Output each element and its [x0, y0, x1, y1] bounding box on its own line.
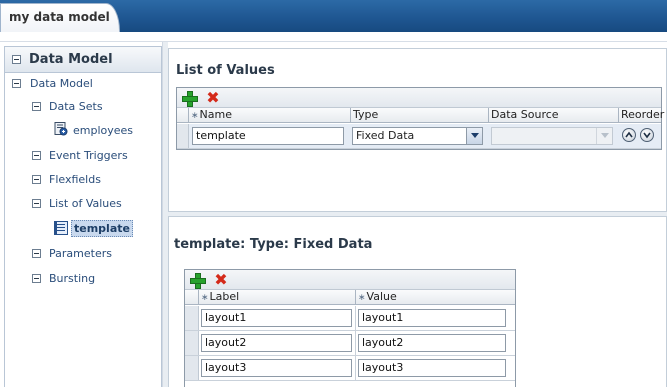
column-header-type[interactable]: Type: [351, 108, 489, 123]
lov-toolbar: ✖: [177, 88, 661, 108]
collapse-icon[interactable]: [12, 79, 21, 88]
row-selector[interactable]: [177, 124, 189, 148]
column-header-name[interactable]: ∗Name: [189, 108, 351, 123]
tree-item-label: Event Triggers: [49, 149, 128, 162]
name-input[interactable]: template: [192, 127, 344, 145]
column-header-label[interactable]: ∗Label: [199, 290, 356, 305]
table-row[interactable]: layout3 layout3: [185, 356, 515, 381]
collapse-icon[interactable]: [32, 102, 41, 111]
delete-icon[interactable]: ✖: [205, 90, 221, 106]
lov-icon: [54, 221, 68, 235]
add-icon[interactable]: [181, 90, 198, 107]
delete-icon[interactable]: ✖: [213, 272, 229, 288]
data-source-select: [491, 127, 613, 145]
value-input[interactable]: layout1: [358, 309, 506, 327]
label-input[interactable]: layout1: [201, 309, 352, 327]
column-header-data-source[interactable]: Data Source: [489, 108, 619, 123]
value-input[interactable]: layout3: [358, 359, 506, 377]
column-header-value[interactable]: ∗Value: [356, 290, 515, 305]
table-row[interactable]: layout2 layout2: [185, 331, 515, 356]
fixed-data-header-row: ∗Label ∗Value: [185, 290, 515, 305]
move-down-icon[interactable]: [640, 128, 654, 142]
tree-item-label: Flexfields: [49, 173, 101, 186]
add-icon[interactable]: [189, 272, 206, 289]
data-model-tree-panel: Data Model Data Model Data Sets employee…: [4, 46, 162, 387]
row-selector[interactable]: [185, 331, 199, 355]
type-select[interactable]: Fixed Data: [352, 127, 483, 145]
row-selector[interactable]: [185, 356, 199, 380]
header-bar: my data model: [0, 0, 667, 32]
table-row[interactable]: template Fixed Data: [177, 124, 661, 149]
tree-item-label: Parameters: [49, 247, 112, 260]
header-spacer: [0, 32, 667, 42]
value-input[interactable]: layout2: [358, 334, 506, 352]
dataset-icon: [54, 122, 68, 136]
column-header-reorder[interactable]: Reorder: [619, 108, 664, 123]
lov-table: ✖ ∗Name Type Data Source Reorder templat…: [176, 87, 664, 150]
tree-item-template[interactable]: template: [54, 219, 164, 239]
tree-item-label: template: [71, 220, 133, 237]
collapse-icon[interactable]: [12, 55, 21, 64]
tree-item-employees[interactable]: employees: [54, 121, 154, 141]
dropdown-icon[interactable]: [466, 128, 482, 144]
row-selector[interactable]: [185, 306, 199, 330]
collapse-icon[interactable]: [32, 274, 41, 283]
lov-header-row: ∗Name Type Data Source Reorder: [177, 108, 664, 123]
tree-item-label: Bursting: [49, 272, 96, 285]
tab-my-data-model[interactable]: my data model: [0, 3, 120, 32]
tree-item-label: employees: [73, 124, 134, 137]
table-row[interactable]: layout1 layout1: [185, 306, 515, 331]
label-input[interactable]: layout2: [201, 334, 352, 352]
tree-item-label: Data Model: [30, 77, 93, 90]
tree-item-label: Data Sets: [49, 100, 103, 113]
label-input[interactable]: layout3: [201, 359, 352, 377]
dropdown-icon: [596, 128, 612, 144]
move-up-icon[interactable]: [622, 128, 636, 142]
tab-label: my data model: [9, 10, 110, 24]
collapse-icon[interactable]: [32, 175, 41, 184]
tree-item-label: List of Values: [49, 197, 122, 210]
collapse-icon[interactable]: [32, 151, 41, 160]
list-of-values-pane: List of Values ✖ ∗Name Type Data Source …: [168, 48, 667, 212]
fixed-data-section-title: template: Type: Fixed Data: [174, 237, 373, 252]
tree-title: Data Model: [29, 52, 113, 67]
fixed-data-table: ✖ ∗Label ∗Value layout1 layout1 layout2 …: [184, 269, 516, 387]
tree-header: Data Model: [5, 47, 161, 73]
collapse-icon[interactable]: [32, 249, 41, 258]
fixed-data-pane: template: Type: Fixed Data ✖ ∗Label ∗Val…: [168, 216, 667, 387]
lov-section-title: List of Values: [176, 63, 275, 78]
collapse-icon[interactable]: [32, 199, 41, 208]
fixed-data-toolbar: ✖: [185, 270, 515, 290]
